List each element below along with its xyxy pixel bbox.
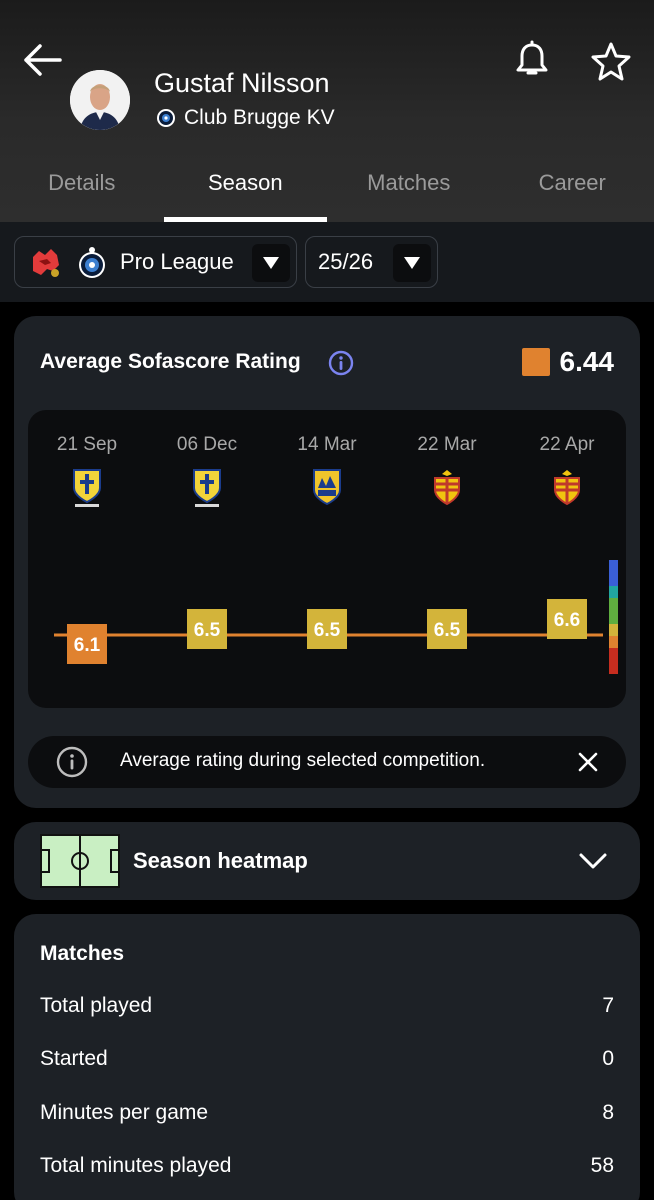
pitch-icon xyxy=(40,834,120,888)
stat-label: Total played xyxy=(40,994,153,1017)
rating-scale-segment xyxy=(609,560,618,586)
average-rating-card: Average Sofascore Rating 6.44 21 Sep 6.1 0… xyxy=(14,316,640,808)
club-brugge-crest-icon xyxy=(157,109,175,127)
westerlo-crest-icon[interactable] xyxy=(313,469,341,506)
season-selector-label: 25/26 xyxy=(318,249,374,274)
stat-label: Minutes per game xyxy=(40,1101,209,1124)
average-rating-value: 6.44 xyxy=(559,346,615,377)
season-heatmap-card[interactable]: Season heatmap xyxy=(14,822,640,900)
star-icon[interactable] xyxy=(590,40,632,82)
rating-card-title: Average Sofascore Rating xyxy=(40,350,301,373)
stat-label: Started xyxy=(40,1047,108,1070)
stat-value: 8 xyxy=(602,1101,614,1124)
club-brugge-crest-icon xyxy=(79,247,105,278)
matches-title: Matches xyxy=(40,942,125,965)
tab-season[interactable]: Season xyxy=(163,160,328,222)
season-selector[interactable]: 25/26 xyxy=(305,236,438,288)
player-name: Gustaf Nilsson xyxy=(154,68,330,98)
season-dropdown-caret[interactable] xyxy=(393,244,431,282)
stat-row-total-played: Total played 7 xyxy=(40,994,614,1018)
stat-value: 58 xyxy=(590,1154,614,1177)
tab-details[interactable]: Details xyxy=(0,160,164,222)
back-arrow-icon[interactable] xyxy=(20,40,64,80)
rating-info-note: Average rating during selected competiti… xyxy=(28,736,626,788)
kv-mechelen-crest-icon[interactable] xyxy=(554,470,580,506)
chevron-down-icon xyxy=(263,257,279,269)
stat-row-total-minutes: Total minutes played 58 xyxy=(40,1154,614,1178)
rating-scale-segment xyxy=(609,598,618,624)
league-selector-label: Pro League xyxy=(120,249,234,274)
club-row[interactable]: Club Brugge KV xyxy=(156,106,335,130)
date-label: 14 Mar xyxy=(297,434,357,455)
stat-value: 7 xyxy=(602,994,614,1017)
league-dropdown-caret[interactable] xyxy=(252,244,290,282)
heatmap-title: Season heatmap xyxy=(133,848,308,873)
tab-bar: Details Season Matches Career xyxy=(0,160,654,222)
rating-value-label: 6.5 xyxy=(194,620,221,641)
stat-row-started: Started 0 xyxy=(40,1047,614,1071)
stat-row-minutes-per-game: Minutes per game 8 xyxy=(40,1101,614,1125)
rating-value-label: 6.5 xyxy=(314,620,341,641)
rating-value-label: 6.6 xyxy=(554,610,580,631)
rating-scale-segment xyxy=(609,624,618,636)
kv-mechelen-crest-icon[interactable] xyxy=(434,470,460,506)
rating-value-label: 6.1 xyxy=(74,635,101,656)
league-selector[interactable]: Pro League xyxy=(14,236,297,288)
player-avatar xyxy=(70,70,130,130)
chevron-down-icon[interactable] xyxy=(578,848,608,874)
rating-value-label: 6.5 xyxy=(434,620,461,641)
rating-chart: 21 Sep 6.1 06 Dec 6.5 14 Mar 6.5 22 Mar 6.5 22 A… xyxy=(28,410,626,708)
stvv-crest-icon[interactable] xyxy=(73,469,101,507)
stvv-crest-icon[interactable] xyxy=(193,469,221,507)
date-label: 06 Dec xyxy=(177,434,237,455)
date-label: 22 Mar xyxy=(417,434,477,455)
date-label: 22 Apr xyxy=(540,434,596,455)
info-icon xyxy=(56,746,88,778)
stat-label: Total minutes played xyxy=(40,1154,232,1177)
rating-scale-segment xyxy=(609,636,618,648)
rating-scale-segment xyxy=(609,648,618,674)
stat-value: 0 xyxy=(602,1047,614,1070)
pro-league-logo-icon xyxy=(33,249,59,277)
close-icon[interactable] xyxy=(576,750,600,774)
tab-career[interactable]: Career xyxy=(491,160,654,222)
average-rating-color-box xyxy=(522,348,550,376)
info-icon[interactable] xyxy=(328,350,354,376)
chevron-down-icon xyxy=(404,257,420,269)
club-name: Club Brugge KV xyxy=(184,106,335,129)
player-header: Gustaf Nilsson Club Brugge KV Details Se… xyxy=(0,0,654,222)
matches-stats-card: Matches Total played 7 Started 0 Minutes… xyxy=(14,914,640,1200)
tab-matches[interactable]: Matches xyxy=(327,160,491,222)
filter-bar: Pro League 25/26 xyxy=(0,222,654,302)
rating-info-note-text: Average rating during selected competiti… xyxy=(120,750,486,771)
rating-scale-segment xyxy=(609,586,618,598)
rating-chart-svg: 21 Sep 6.1 06 Dec 6.5 14 Mar 6.5 22 Mar 6.5 22 A… xyxy=(54,434,618,674)
bell-icon[interactable] xyxy=(512,40,552,80)
date-label: 21 Sep xyxy=(57,434,117,455)
